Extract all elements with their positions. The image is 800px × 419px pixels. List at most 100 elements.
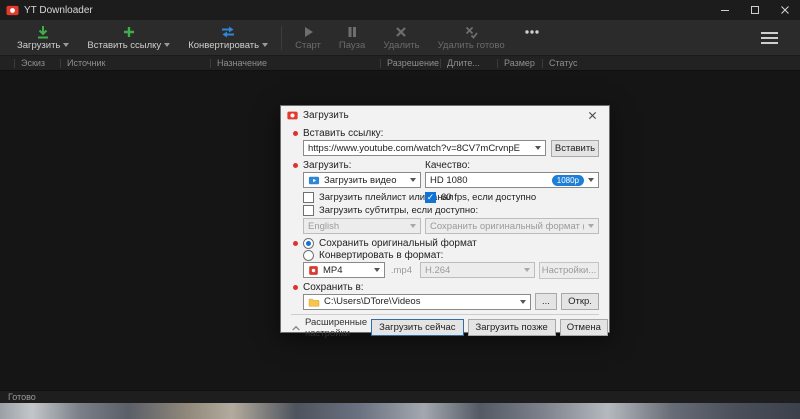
quality-value: HD 1080 (430, 174, 468, 186)
keep-format-label: Сохранить оригинальный формат (319, 237, 477, 249)
window-controls (710, 0, 800, 20)
url-value: https://www.youtube.com/watch?v=8CV7mCrv… (308, 142, 520, 154)
toolbar-separator (281, 25, 283, 50)
paste-link-label: Вставить ссылку: (303, 127, 384, 139)
toolbar-pause-label: Пауза (338, 39, 366, 51)
minimize-button[interactable] (710, 0, 740, 20)
codec-settings-button[interactable]: Настройки... (539, 261, 599, 279)
toolbar-convert-button[interactable]: Конвертировать (179, 21, 277, 55)
menu-button[interactable] (757, 28, 782, 48)
chevron-down-icon (588, 178, 594, 182)
app-window: YT Downloader Загрузить Вставить ссылку … (0, 0, 800, 419)
toolbar-more-button[interactable] (514, 21, 550, 55)
quality-combobox[interactable]: HD 1080 1080p (425, 172, 599, 188)
window-title: YT Downloader (24, 4, 93, 16)
chevron-down-icon (373, 268, 380, 272)
open-folder-button[interactable]: Откр. (561, 293, 599, 310)
play-icon (301, 25, 315, 39)
format-value: MP4 (323, 264, 343, 276)
download-dialog: Загрузить Вставить ссылку: https://www.y… (280, 105, 610, 339)
subtitle-format-combobox[interactable]: Сохранить оригинальный формат (.vtt) (425, 218, 599, 234)
codec-combobox[interactable]: H.264 (419, 262, 535, 278)
playlist-checkbox[interactable] (303, 192, 314, 203)
column-destination[interactable]: Назначение (210, 58, 380, 68)
delete-done-icon (464, 25, 478, 39)
toolbar-download-button[interactable]: Загрузить (8, 21, 78, 55)
toolbar-delete-button[interactable]: Удалить (374, 21, 428, 55)
convert-arrows-icon (221, 25, 235, 39)
subtitles-checkbox-label: Загрузить субтитры, если доступно: (319, 205, 479, 216)
browse-button[interactable]: ... (535, 293, 557, 310)
toolbar-download-label: Загрузить (17, 39, 61, 51)
cancel-button[interactable]: Отмена (559, 319, 608, 336)
preview-thumbnail-strip (0, 403, 800, 419)
maximize-button[interactable] (740, 0, 770, 20)
download-later-button[interactable]: Загрузить позже (467, 319, 556, 336)
main-toolbar: Загрузить Вставить ссылку Конвертировать… (0, 20, 800, 56)
column-status[interactable]: Статус (542, 58, 800, 68)
toolbar-convert-label: Конвертировать (188, 39, 260, 51)
chevron-down-icon (524, 268, 530, 272)
advanced-settings-label: Расширенные настройки (305, 316, 368, 339)
column-resolution[interactable]: Разрешение (380, 58, 440, 68)
titlebar: YT Downloader (0, 0, 800, 20)
chevron-up-icon (291, 324, 301, 332)
column-size[interactable]: Размер (497, 58, 542, 68)
close-button[interactable] (770, 0, 800, 20)
toolbar-delete-done-label: Удалить готово (437, 39, 505, 51)
download-mode-label: Загрузить: (303, 159, 352, 171)
save-path-combobox[interactable]: C:\Users\DTore\Videos (303, 293, 531, 310)
subtitle-language-combobox[interactable]: English (303, 218, 421, 234)
download-now-button[interactable]: Загрузить сейчас (371, 319, 464, 336)
format-combobox[interactable]: MP4 (303, 262, 385, 278)
download-mode-combobox[interactable]: Загрузить видео (303, 172, 421, 188)
dialog-body: Вставить ссылку: https://www.youtube.com… (281, 124, 609, 343)
pause-icon (345, 25, 359, 39)
toolbar-paste-link-button[interactable]: Вставить ссылку (78, 21, 179, 55)
keep-format-radio[interactable] (303, 237, 314, 249)
dialog-separator (291, 314, 599, 315)
toolbar-delete-done-button[interactable]: Удалить готово (429, 21, 514, 55)
chevron-down-icon (63, 43, 70, 47)
paste-button[interactable]: Вставить (551, 139, 599, 157)
subtitle-language-value: English (308, 220, 340, 232)
chevron-down-icon (410, 224, 416, 228)
toolbar-start-button[interactable]: Старт (286, 21, 330, 55)
chevron-down-icon (164, 43, 171, 47)
quality-label: Качество: (425, 159, 471, 171)
subtitle-format-value: Сохранить оригинальный формат (.vtt) (430, 220, 584, 232)
dialog-titlebar: Загрузить (281, 106, 609, 124)
subtitles-checkbox[interactable] (303, 205, 314, 216)
chevron-down-icon (520, 299, 526, 304)
required-bullet (293, 284, 298, 290)
app-icon (6, 4, 19, 17)
required-bullet (293, 130, 298, 136)
column-thumbnail[interactable]: Эскиз (14, 58, 60, 68)
convert-format-radio[interactable] (303, 249, 314, 261)
list-header-row: Эскиз Источник Назначение Разрешение Дли… (0, 56, 800, 71)
dialog-close-button[interactable] (580, 107, 604, 123)
format-extension: .mp4 (390, 264, 412, 276)
download-mode-value: Загрузить видео (324, 174, 397, 186)
chevron-down-icon (588, 224, 594, 228)
video-icon (308, 175, 320, 186)
url-combobox[interactable]: https://www.youtube.com/watch?v=8CV7mCrv… (303, 140, 546, 156)
advanced-settings-toggle[interactable]: Расширенные настройки (291, 317, 367, 339)
more-dots-icon (523, 25, 541, 39)
toolbar-pause-button[interactable]: Пауза (330, 21, 374, 55)
status-bar: Готово (0, 390, 800, 403)
fps-checkbox-label: 60 fps, если доступно (441, 192, 537, 203)
download-icon (36, 25, 50, 39)
delete-icon (394, 25, 408, 39)
save-path-value: C:\Users\DTore\Videos (324, 296, 421, 307)
column-duration[interactable]: Длите... (440, 58, 497, 68)
toolbar-paste-link-label: Вставить ссылку (87, 39, 162, 51)
quality-badge: 1080p (551, 174, 584, 186)
codec-value: H.264 (424, 264, 451, 276)
dialog-title: Загрузить (303, 109, 349, 121)
fps-checkbox[interactable]: ✓ (425, 192, 436, 203)
required-bullet (293, 240, 298, 246)
required-bullet (293, 162, 298, 168)
toolbar-start-label: Старт (295, 39, 321, 51)
column-source[interactable]: Источник (60, 58, 210, 68)
